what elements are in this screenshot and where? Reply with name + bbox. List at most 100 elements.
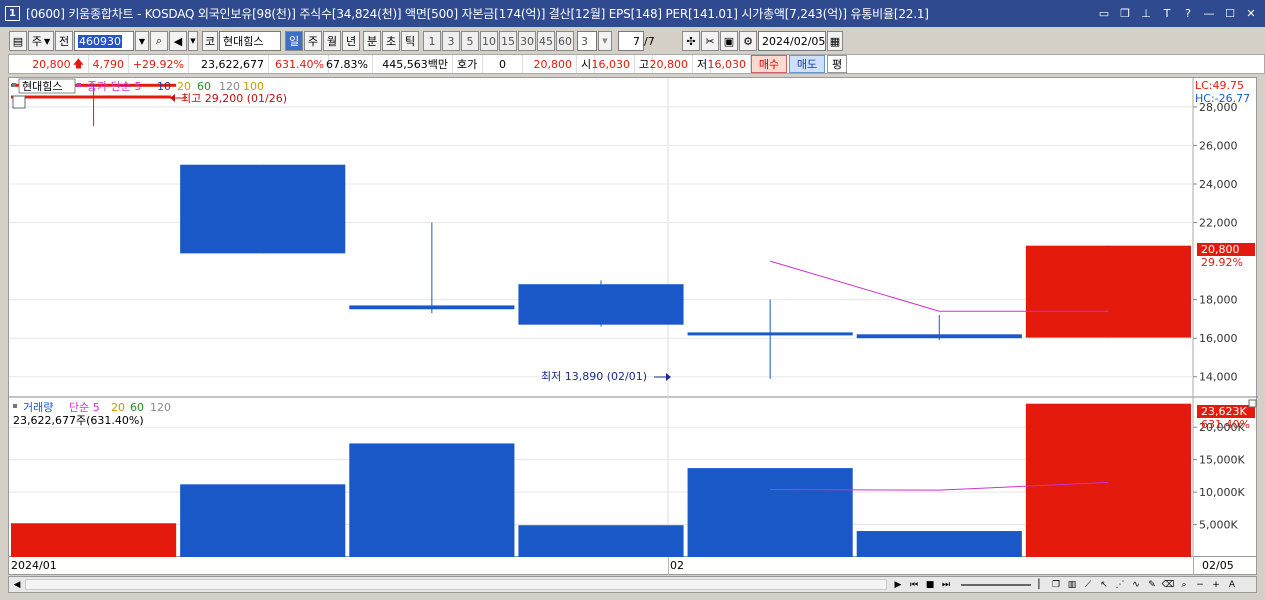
- draw-tool-icon[interactable]: ✎: [1145, 578, 1159, 592]
- minute-1[interactable]: 1: [423, 31, 441, 51]
- maximize-button[interactable]: ☐: [1222, 5, 1238, 21]
- stock-name-field[interactable]: 현대힘스: [219, 31, 281, 51]
- period-second[interactable]: 초: [382, 31, 400, 51]
- minute-45[interactable]: 45: [537, 31, 555, 51]
- first-page-icon[interactable]: ⏮: [907, 578, 921, 592]
- volume-tick-label: 10,000K: [1199, 486, 1245, 499]
- arrow-tool-icon[interactable]: ↖: [1097, 578, 1111, 592]
- chevron-down-icon[interactable]: ▼: [188, 31, 198, 51]
- stop-icon[interactable]: ■: [923, 578, 937, 592]
- vol-ma-period-20: 20: [111, 401, 125, 414]
- scroll-left-icon[interactable]: ◀: [10, 578, 24, 592]
- ma-period-10: 10: [157, 80, 171, 93]
- x-label-jan: 2024/01: [11, 559, 57, 572]
- minute-15[interactable]: 15: [499, 31, 517, 51]
- current-volume-tag: 23,623K: [1201, 405, 1247, 418]
- volume-bar: [856, 531, 1022, 557]
- save-icon[interactable]: ▣: [720, 31, 738, 51]
- magnifier-icon[interactable]: ⌕: [1177, 578, 1191, 592]
- page-input[interactable]: 7: [618, 31, 644, 51]
- crosshair-icon[interactable]: ✣: [682, 31, 700, 51]
- volume-bar: [518, 525, 684, 557]
- pin-icon[interactable]: ⊥: [1138, 5, 1154, 21]
- price-stock-label: 현대힘스: [22, 80, 62, 93]
- minute-3[interactable]: 3: [442, 31, 460, 51]
- vol-ma-period-120: 120: [150, 401, 171, 414]
- volume: 23,622,677: [189, 55, 269, 73]
- minute-30[interactable]: 30: [518, 31, 536, 51]
- up-arrow-icon: 🡅: [72, 56, 84, 70]
- price-tick-label: 18,000: [1199, 294, 1238, 307]
- period-day[interactable]: 일: [285, 31, 303, 51]
- scroll-right-icon[interactable]: ▶: [891, 578, 905, 592]
- font-icon[interactable]: A: [1225, 578, 1239, 592]
- price-tick-label: 26,000: [1199, 139, 1238, 152]
- gear-icon[interactable]: ⚙: [739, 31, 757, 51]
- price-ma-label: 종가 단순 5: [87, 80, 141, 93]
- minimize-button[interactable]: —: [1201, 5, 1217, 21]
- volume-ma-label: 단순 5: [69, 401, 100, 414]
- help-icon[interactable]: ?: [1180, 5, 1196, 21]
- period-week[interactable]: 주: [304, 31, 322, 51]
- volume-bar: [1025, 403, 1191, 557]
- copy-icon[interactable]: ❐: [1049, 578, 1063, 592]
- x-label-feb: 02: [670, 559, 684, 572]
- zoom-in-icon[interactable]: +: [1209, 578, 1223, 592]
- zoom-out-icon[interactable]: −: [1193, 578, 1207, 592]
- sell-button[interactable]: 매도: [789, 55, 825, 73]
- eraser-icon[interactable]: ⌫: [1161, 578, 1175, 592]
- lc-label: LC:49.75: [1195, 79, 1244, 92]
- chart-scrollbar[interactable]: ◀ ▶ ⏮ ■ ⏭ ▏ ❐ ▥ ⟋ ↖ ⋰ ∿ ✎ ⌫ ⌕ − + A: [8, 576, 1257, 593]
- buy-button[interactable]: 매수: [751, 55, 787, 73]
- eval-button[interactable]: 평: [827, 55, 847, 73]
- cut-icon[interactable]: ✂: [701, 31, 719, 51]
- volume-bar: [687, 468, 853, 557]
- date-input[interactable]: 2024/02/05: [758, 31, 826, 51]
- layout-icon[interactable]: ▤: [9, 31, 27, 51]
- title-bar: 1 [0600] 키움종합차트 - KOSDAQ 외국인보유[98(천)] 주식…: [0, 0, 1265, 27]
- zoom-slider[interactable]: [961, 584, 1031, 586]
- restore-layout-icon[interactable]: ▭: [1096, 5, 1112, 21]
- minute-5[interactable]: 5: [461, 31, 479, 51]
- panel-close-icon[interactable]: [1248, 399, 1257, 408]
- calendar-icon[interactable]: [12, 95, 26, 109]
- window-title: [0600] 키움종합차트 - KOSDAQ 외국인보유[98(천)] 주식수[…: [26, 7, 929, 21]
- cascade-icon[interactable]: ❐: [1117, 5, 1133, 21]
- search-icon[interactable]: ⌕: [150, 31, 168, 51]
- current-volume-pct-tag: 631.40%: [1201, 418, 1250, 431]
- chart-svg[interactable]: 28,00026,00024,00022,00018,00016,00014,0…: [9, 78, 1258, 558]
- last-page-icon[interactable]: ⏭: [939, 578, 953, 592]
- volume-bar: [349, 443, 515, 557]
- high-note: 최고 29,200 (01/26): [181, 92, 287, 105]
- trade-amount: 445,563백만: [373, 55, 453, 73]
- chart-type-select[interactable]: 주 ▼: [28, 31, 54, 51]
- prev-button[interactable]: 전: [55, 31, 73, 51]
- zoom-handle-icon[interactable]: ▏: [1035, 578, 1049, 592]
- candle-body: [518, 284, 684, 325]
- speaker-icon[interactable]: ◀: [169, 31, 187, 51]
- count-input[interactable]: 3: [577, 31, 597, 51]
- current-price-tag: 20,800: [1201, 243, 1240, 256]
- chevron-down-icon[interactable]: ▼: [598, 31, 612, 51]
- wave-tool-icon[interactable]: ∿: [1129, 578, 1143, 592]
- trend-line-icon[interactable]: ⟋: [1081, 578, 1095, 592]
- candle-body: [1025, 245, 1191, 338]
- period-year[interactable]: 년: [342, 31, 360, 51]
- close-button[interactable]: ✕: [1243, 5, 1259, 21]
- font-size-icon[interactable]: T: [1159, 5, 1175, 21]
- chart-area[interactable]: 28,000 26,000 24,000 22,000 18,000 16,000 14,0…: [8, 77, 1258, 558]
- stock-code-input[interactable]: 460930: [74, 31, 134, 51]
- chevron-down-icon[interactable]: ▼: [135, 31, 149, 51]
- x-label-last: 02/05: [1202, 559, 1234, 572]
- minute-10[interactable]: 10: [480, 31, 498, 51]
- split-icon[interactable]: ▥: [1065, 578, 1079, 592]
- fibo-tool-icon[interactable]: ⋰: [1113, 578, 1127, 592]
- period-month[interactable]: 월: [323, 31, 341, 51]
- period-minute[interactable]: 분: [363, 31, 381, 51]
- calendar-icon[interactable]: ▦: [827, 31, 843, 51]
- hoga-price: 20,800: [523, 55, 577, 73]
- scroll-track[interactable]: [25, 579, 887, 590]
- current-price: 20,800 🡅: [9, 55, 89, 73]
- period-tick[interactable]: 틱: [401, 31, 419, 51]
- minute-60[interactable]: 60: [556, 31, 574, 51]
